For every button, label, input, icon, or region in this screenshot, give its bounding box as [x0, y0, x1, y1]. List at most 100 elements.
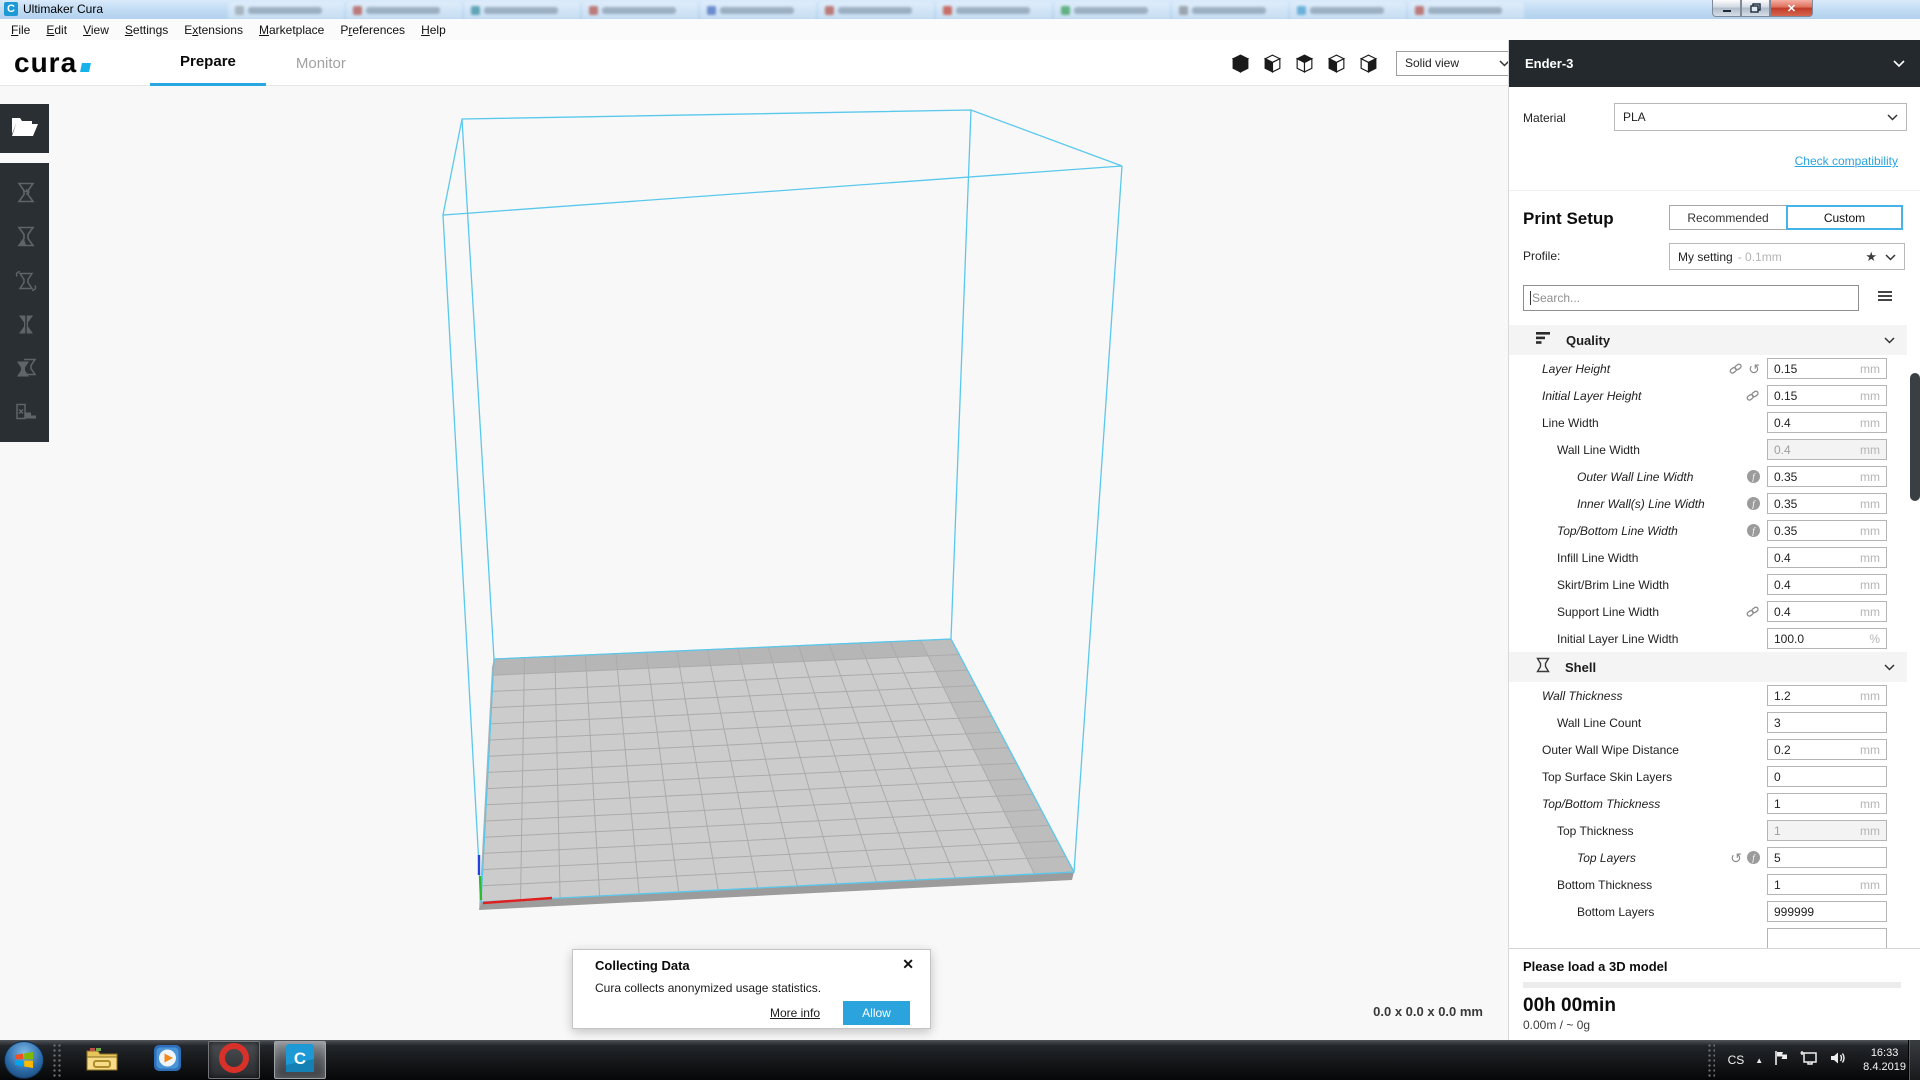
svg-text:C: C	[294, 1049, 306, 1068]
show-desktop-button[interactable]	[1908, 1040, 1920, 1080]
stage-tab-prepare[interactable]: Prepare	[150, 40, 266, 86]
rotate-tool-icon[interactable]	[10, 266, 40, 296]
close-button[interactable]: ✕	[1770, 0, 1813, 17]
setting-label: Support Line Width	[1509, 605, 1746, 619]
open-file-button[interactable]	[0, 104, 49, 153]
volume-icon[interactable]	[1830, 1050, 1848, 1071]
language-indicator[interactable]: CS	[1728, 1053, 1745, 1067]
menu-marketplace[interactable]: Marketplace	[251, 21, 332, 39]
view-top-icon[interactable]	[1292, 51, 1316, 75]
setting-value-input[interactable]: 0.4mm	[1767, 601, 1887, 622]
setting-value-input[interactable]: 0	[1767, 766, 1887, 787]
move-tool-icon[interactable]	[10, 178, 40, 208]
taskbar-app-opera[interactable]	[208, 1041, 260, 1079]
clock[interactable]: 16:33 8.4.2019	[1863, 1046, 1906, 1074]
network-icon[interactable]	[1800, 1050, 1819, 1071]
background-tab	[582, 2, 698, 19]
setting-value-input[interactable]: 0.4mm	[1767, 412, 1887, 433]
check-compatibility-link[interactable]: Check compatibility	[1795, 154, 1898, 168]
setting-outer-wall-line-width: Outer Wall Line Width f 0.35mm	[1509, 463, 1907, 490]
setting-value-input[interactable]: 100.0%	[1767, 628, 1887, 649]
setting-value-input[interactable]	[1767, 928, 1887, 948]
edit-tools-toolbar	[0, 163, 49, 442]
formula-icon: f	[1747, 851, 1760, 864]
setting-value-input[interactable]: 0.15mm	[1767, 385, 1887, 406]
revert-icon[interactable]: ↺	[1748, 363, 1760, 375]
printer-name: Ender-3	[1525, 56, 1573, 71]
restore-button[interactable]	[1741, 0, 1770, 17]
background-tab	[936, 2, 1052, 19]
allow-button[interactable]: Allow	[843, 1001, 910, 1025]
start-button[interactable]	[4, 1041, 44, 1079]
settings-scrollbar-thumb[interactable]	[1910, 373, 1920, 501]
section-header-quality[interactable]: Quality	[1509, 325, 1907, 355]
taskbar-app-cura[interactable]: C	[274, 1041, 326, 1079]
more-info-link[interactable]: More info	[770, 1006, 820, 1020]
taskbar-app-explorer[interactable]	[76, 1041, 128, 1079]
setting-value-input[interactable]: 1mm	[1767, 793, 1887, 814]
setting-value-input[interactable]: 0.4mm	[1767, 547, 1887, 568]
action-center-flag-icon[interactable]	[1774, 1050, 1789, 1071]
setting-top-layers: Top Layers ↺f 5	[1509, 844, 1907, 871]
setting-value-input[interactable]: 3	[1767, 712, 1887, 733]
setting-value-input[interactable]: 0.15mm	[1767, 358, 1887, 379]
recommended-mode-button[interactable]: Recommended	[1669, 205, 1787, 230]
setting-value-input[interactable]: 999999	[1767, 901, 1887, 922]
date-label: 8.4.2019	[1863, 1060, 1906, 1074]
menu-view[interactable]: View	[75, 21, 117, 39]
background-tab	[1054, 2, 1170, 19]
per-model-settings-tool-icon[interactable]	[10, 353, 40, 383]
menu-help[interactable]: Help	[413, 21, 454, 39]
viewport-3d[interactable]: 0.0 x 0.0 x 0.0 mm	[50, 86, 1508, 1040]
time-label: 16:33	[1863, 1046, 1906, 1060]
material-dropdown[interactable]: PLA	[1614, 103, 1907, 131]
show-hidden-icons-icon[interactable]: ▲	[1755, 1056, 1763, 1065]
setting-layer-height: Layer Height ↺ 0.15mm	[1509, 355, 1907, 382]
view-front-icon[interactable]	[1260, 51, 1284, 75]
view-right-icon[interactable]	[1356, 51, 1380, 75]
support-blocker-tool-icon[interactable]	[10, 397, 40, 427]
minimize-button[interactable]	[1712, 0, 1741, 17]
revert-icon[interactable]: ↺	[1730, 852, 1742, 864]
background-tab	[1290, 2, 1406, 19]
menu-extensions[interactable]: Extensions	[176, 21, 251, 39]
setting-visibility-menu-icon[interactable]	[1877, 289, 1893, 308]
menu-file[interactable]: File	[3, 21, 38, 39]
scale-tool-icon[interactable]	[10, 222, 40, 252]
setting-value-input[interactable]: 1mm	[1767, 820, 1887, 841]
dialog-close-icon[interactable]: ✕	[902, 956, 914, 973]
setting-value-input[interactable]: 5	[1767, 847, 1887, 868]
settings-list: Quality Layer Height ↺ 0.15mmInitial Lay…	[1509, 325, 1907, 948]
section-header-shell[interactable]: Shell	[1509, 652, 1907, 682]
setting-label: Layer Height	[1509, 362, 1729, 376]
setting-search-input[interactable]: Search...	[1523, 285, 1859, 311]
setting-value-input[interactable]: 0.35mm	[1767, 520, 1887, 541]
menu-preferences[interactable]: Preferences	[332, 21, 413, 39]
view-left-icon[interactable]	[1324, 51, 1348, 75]
setting-value-input[interactable]: 0.4mm	[1767, 574, 1887, 595]
setting-label: Wall Thickness	[1509, 689, 1760, 703]
setting-value-input[interactable]: 1.2mm	[1767, 685, 1887, 706]
mirror-tool-icon[interactable]	[10, 309, 40, 339]
camera-view-toolbar: Solid view	[1228, 40, 1519, 86]
printer-selector[interactable]: Ender-3	[1509, 40, 1920, 87]
formula-icon: f	[1747, 524, 1760, 537]
taskbar-grip	[52, 1043, 62, 1077]
quality-icon	[1535, 331, 1552, 350]
view-3d-icon[interactable]	[1228, 51, 1252, 75]
setting-value-input[interactable]: 0.2mm	[1767, 739, 1887, 760]
setting-value-input[interactable]: 0.35mm	[1767, 466, 1887, 487]
text-caret	[1530, 291, 1531, 305]
setting-value-input[interactable]: 1mm	[1767, 874, 1887, 895]
setting-line-width: Line Width 0.4mm	[1509, 409, 1907, 436]
custom-mode-button[interactable]: Custom	[1786, 205, 1903, 230]
settings-scrollbar[interactable]	[1909, 325, 1920, 948]
menu-edit[interactable]: Edit	[38, 21, 75, 39]
stage-tab-monitor[interactable]: Monitor	[266, 40, 376, 86]
setting-value-input[interactable]: 0.4mm	[1767, 439, 1887, 460]
menu-settings[interactable]: Settings	[117, 21, 176, 39]
taskbar-app-media-player[interactable]	[142, 1041, 194, 1079]
view-mode-dropdown[interactable]: Solid view	[1396, 51, 1519, 76]
profile-dropdown[interactable]: My setting - 0.1mm ★	[1669, 243, 1905, 270]
setting-value-input[interactable]: 0.35mm	[1767, 493, 1887, 514]
